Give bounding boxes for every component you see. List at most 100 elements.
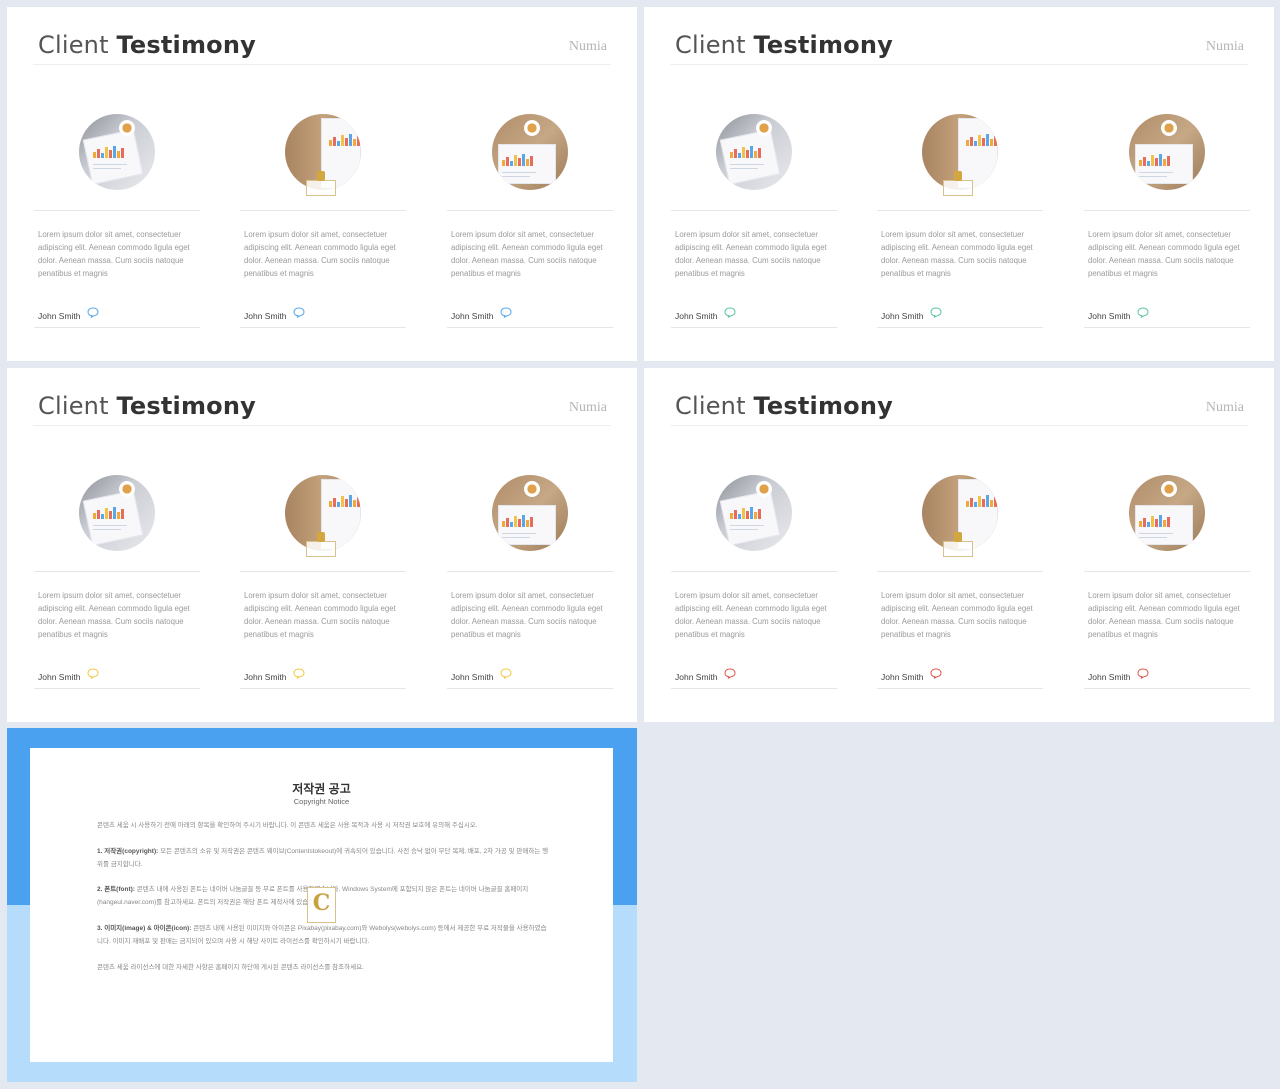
card-divider	[671, 210, 837, 211]
testimonial-text: Lorem ipsum dolor sit amet, consectetuer…	[881, 230, 1033, 278]
card-divider-bottom	[877, 688, 1043, 689]
card-divider-bottom	[240, 688, 406, 689]
testimonial-card: Lorem ipsum dolor sit amet, consectetuer…	[447, 463, 613, 689]
author-name: John Smith	[244, 310, 287, 321]
brand-name: Numia	[1205, 400, 1244, 415]
author-name: John Smith	[451, 310, 494, 321]
title-divider	[33, 64, 611, 65]
testimonial-card: Lorem ipsum dolor sit amet, consectetuer…	[34, 463, 200, 689]
author-name: John Smith	[244, 671, 287, 682]
testimonial-text: Lorem ipsum dolor sit amet, consectetuer…	[1088, 230, 1240, 278]
card-divider-bottom	[1084, 688, 1250, 689]
brand-name: Numia	[568, 400, 607, 415]
notice-paragraph-1: 1. 저작권(copyright): 모든 콘텐츠의 소유 및 저작권은 콘텐츠…	[97, 847, 549, 868]
notice-paragraph-0: 콘텐츠 세움 시 사용하기 전에 아래의 항목을 확인하여 주시기 바랍니다. …	[97, 822, 478, 829]
brand-name: Numia	[1205, 39, 1244, 54]
copyright-notice-slide: 저작권 공고 Copyright Notice 콘텐츠 세움 시 사용하기 전에…	[7, 728, 637, 1082]
speech-bubble-icon	[87, 668, 99, 679]
testimonial-card: Lorem ipsum dolor sit amet, consectetuer…	[34, 102, 200, 328]
card-divider	[34, 571, 200, 572]
speech-bubble-icon	[724, 668, 736, 679]
card-divider-bottom	[671, 688, 837, 689]
author-row: John Smith	[675, 307, 736, 321]
testimonial-text: Lorem ipsum dolor sit amet, consectetuer…	[675, 591, 827, 639]
speech-bubble-icon	[1137, 668, 1149, 679]
title-light: Client	[38, 31, 109, 59]
slide-title: Client Testimony	[38, 392, 256, 420]
author-row: John Smith	[1088, 668, 1149, 682]
testimonial-text: Lorem ipsum dolor sit amet, consectetuer…	[451, 591, 603, 639]
author-row: John Smith	[881, 307, 942, 321]
speech-bubble-icon	[724, 307, 736, 318]
card-divider	[447, 571, 613, 572]
author-name: John Smith	[675, 671, 718, 682]
card-divider-bottom	[34, 327, 200, 328]
brand-name: Numia	[568, 39, 607, 54]
client-photo	[492, 475, 568, 551]
testimonial-text: Lorem ipsum dolor sit amet, consectetuer…	[1088, 591, 1240, 639]
card-divider-bottom	[877, 327, 1043, 328]
title-bold: Testimony	[753, 31, 894, 59]
testimony-slide-4: Client Testimony Numia Lorem ipsum dolor…	[644, 368, 1274, 722]
testimonial-card: Lorem ipsum dolor sit amet, consectetuer…	[671, 102, 837, 328]
card-divider	[240, 210, 406, 211]
testimony-slide-1: Client Testimony Numia Lorem ipsum dolor…	[7, 7, 637, 361]
client-photo	[1129, 475, 1205, 551]
client-photo	[79, 475, 155, 551]
author-row: John Smith	[1088, 307, 1149, 321]
card-divider-bottom	[447, 688, 613, 689]
title-light: Client	[675, 31, 746, 59]
title-divider	[33, 425, 611, 426]
testimonial-text: Lorem ipsum dolor sit amet, consectetuer…	[675, 230, 827, 278]
author-row: John Smith	[38, 307, 99, 321]
author-name: John Smith	[881, 310, 924, 321]
author-row: John Smith	[451, 307, 512, 321]
title-bold: Testimony	[753, 392, 894, 420]
notice-paragraph-4: 콘텐츠 세움 라이선스에 대한 자세한 사항은 홈페이지 하단에 게시된 콘텐츠…	[97, 963, 364, 971]
slide-title: Client Testimony	[675, 392, 893, 420]
notice-paper: 저작권 공고 Copyright Notice 콘텐츠 세움 시 사용하기 전에…	[30, 748, 613, 1062]
contents-logo-overlay	[943, 532, 973, 557]
author-name: John Smith	[38, 310, 81, 321]
notice-title: 저작권 공고	[292, 782, 351, 796]
card-divider	[1084, 210, 1250, 211]
card-divider-bottom	[240, 327, 406, 328]
client-photo	[492, 114, 568, 190]
testimonial-card: Lorem ipsum dolor sit amet, consectetuer…	[240, 102, 406, 328]
testimonial-card: Lorem ipsum dolor sit amet, consectetuer…	[240, 463, 406, 689]
slide-title: Client Testimony	[675, 31, 893, 59]
author-name: John Smith	[1088, 671, 1131, 682]
testimonial-text: Lorem ipsum dolor sit amet, consectetuer…	[881, 591, 1033, 639]
speech-bubble-icon	[293, 668, 305, 679]
testimonial-card: Lorem ipsum dolor sit amet, consectetuer…	[1084, 102, 1250, 328]
speech-bubble-icon	[500, 307, 512, 318]
card-divider	[671, 571, 837, 572]
notice-paragraph-3: 3. 이미지(image) & 아이콘(icon): 콘텐츠 내에 사용된 이미…	[97, 924, 547, 945]
title-light: Client	[38, 392, 109, 420]
title-bold: Testimony	[116, 392, 257, 420]
testimonial-card: Lorem ipsum dolor sit amet, consectetuer…	[447, 102, 613, 328]
author-name: John Smith	[451, 671, 494, 682]
speech-bubble-icon	[500, 668, 512, 679]
client-photo	[1129, 114, 1205, 190]
card-divider	[877, 571, 1043, 572]
testimonial-text: Lorem ipsum dolor sit amet, consectetuer…	[244, 591, 396, 639]
card-divider	[877, 210, 1043, 211]
client-photo	[79, 114, 155, 190]
testimonial-card: Lorem ipsum dolor sit amet, consectetuer…	[877, 463, 1043, 689]
card-divider	[34, 210, 200, 211]
speech-bubble-icon	[87, 307, 99, 318]
author-row: John Smith	[244, 668, 305, 682]
card-divider-bottom	[671, 327, 837, 328]
title-light: Client	[675, 392, 746, 420]
card-divider-bottom	[447, 327, 613, 328]
author-row: John Smith	[675, 668, 736, 682]
speech-bubble-icon	[930, 668, 942, 679]
testimonial-text: Lorem ipsum dolor sit amet, consectetuer…	[451, 230, 603, 278]
author-row: John Smith	[881, 668, 942, 682]
testimony-slide-3: Client Testimony Numia Lorem ipsum dolor…	[7, 368, 637, 722]
testimony-slide-2: Client Testimony Numia Lorem ipsum dolor…	[644, 7, 1274, 361]
contents-logo-overlay	[943, 171, 973, 196]
author-name: John Smith	[38, 671, 81, 682]
card-divider	[1084, 571, 1250, 572]
